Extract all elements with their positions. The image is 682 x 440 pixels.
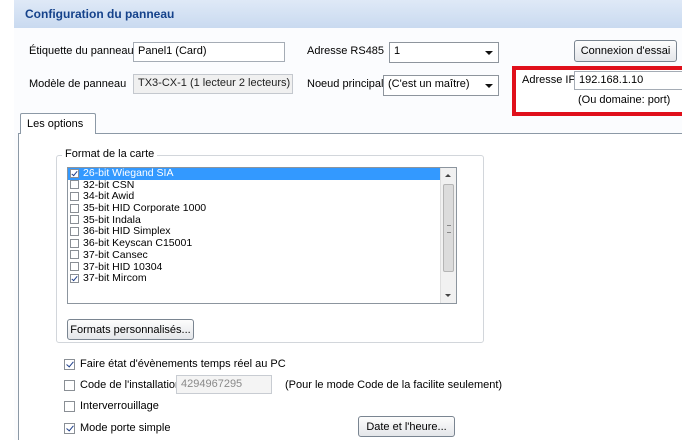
card-format-list[interactable]: 26-bit Wiegand SIA 32-bit CSN 34-bit Awid 3… xyxy=(67,167,457,304)
facility-code-label: Code de l'installation xyxy=(80,379,182,391)
realtime-events-checkbox[interactable] xyxy=(64,359,75,370)
facility-code-input[interactable]: 4294967295 xyxy=(176,375,272,394)
card-format-label: 32-bit CSN xyxy=(83,178,135,191)
list-item[interactable]: 37-bit Mircom xyxy=(68,273,456,285)
single-door-checkbox[interactable] xyxy=(64,423,75,434)
panel-model-field: TX3-CX-1 (1 lecteur 2 lecteurs) xyxy=(133,74,293,94)
card-format-checkbox[interactable] xyxy=(70,203,79,213)
rs485-label: Adresse RS485 xyxy=(307,45,385,57)
ip-address-hint: (Ou domaine: port) xyxy=(578,94,671,106)
card-format-label: 35-bit Indala xyxy=(83,213,141,226)
scroll-up-icon[interactable] xyxy=(445,174,451,177)
panel-config-header: Configuration du panneau xyxy=(14,0,682,29)
card-format-checkbox[interactable] xyxy=(70,262,79,271)
card-format-title: Format de la carte xyxy=(62,148,158,160)
panel-label-label: Étiquette du panneau xyxy=(29,45,134,57)
card-format-label: 35-bit HID Corporate 1000 xyxy=(83,202,207,215)
card-format-checkbox[interactable] xyxy=(70,273,79,283)
main-node-label: Noeud principal xyxy=(307,78,384,90)
scroll-thumb[interactable] xyxy=(443,184,454,272)
card-format-label: 26-bit Wiegand SIA xyxy=(83,167,174,179)
card-format-checkbox[interactable] xyxy=(70,226,79,236)
list-item[interactable]: 37-bit Cansec xyxy=(68,248,456,262)
single-door-label: Mode porte simple xyxy=(80,422,171,434)
ip-address-input[interactable]: 192.168.1.10 xyxy=(574,71,682,90)
list-item[interactable]: 35-bit HID Corporate 1000 xyxy=(68,203,456,215)
rs485-value: 1 xyxy=(394,45,401,57)
list-scrollbar[interactable] xyxy=(440,168,456,303)
page-title: Configuration du panneau xyxy=(25,7,175,21)
panel-label-input[interactable]: Panel1 (Card) xyxy=(133,42,285,62)
tab-options[interactable]: Les options xyxy=(20,113,96,134)
grip-icon xyxy=(447,225,451,233)
card-format-label: 37-bit HID 10304 xyxy=(83,260,163,273)
rs485-select[interactable]: 1 xyxy=(389,42,499,63)
test-connection-button[interactable]: Connexion d'essai xyxy=(574,40,677,62)
main-node-value: (C'est un maître) xyxy=(388,78,470,90)
interlock-checkbox[interactable] xyxy=(64,401,75,412)
list-item[interactable]: 26-bit Wiegand SIA xyxy=(68,168,456,180)
custom-formats-button[interactable]: Formats personnalisés... xyxy=(67,319,194,340)
interlock-label: Interverrouillage xyxy=(80,400,159,412)
card-format-checkbox[interactable] xyxy=(70,238,79,248)
chevron-down-icon xyxy=(485,84,493,88)
chevron-down-icon xyxy=(485,51,493,55)
facility-code-note: (Pour le mode Code de la facilite seulem… xyxy=(285,379,503,391)
card-format-checkbox[interactable] xyxy=(70,250,79,260)
card-format-checkbox[interactable] xyxy=(70,215,79,225)
realtime-events-label: Faire état d'évènements temps réel au PC xyxy=(80,358,286,370)
ip-address-label: Adresse IP xyxy=(522,74,576,86)
card-format-label: 36-bit Keyscan C15001 xyxy=(83,237,193,250)
main-node-select[interactable]: (C'est un maître) xyxy=(383,75,499,96)
card-format-checkbox[interactable] xyxy=(70,191,79,201)
card-format-label: 37-bit Cansec xyxy=(83,248,148,261)
card-format-label: 34-bit Awid xyxy=(83,190,135,203)
facility-code-checkbox[interactable] xyxy=(64,380,75,391)
scroll-down-icon[interactable] xyxy=(445,294,451,297)
tab-options-label: Les options xyxy=(27,118,84,130)
panel-model-label: Modèle de panneau xyxy=(29,78,127,90)
date-time-button[interactable]: Date et l'heure... xyxy=(358,416,455,437)
card-format-checkbox[interactable] xyxy=(70,180,79,190)
card-format-label: 36-bit HID Simplex xyxy=(83,225,171,238)
card-format-label: 37-bit Mircom xyxy=(83,272,147,285)
card-format-checkbox[interactable] xyxy=(70,168,79,178)
